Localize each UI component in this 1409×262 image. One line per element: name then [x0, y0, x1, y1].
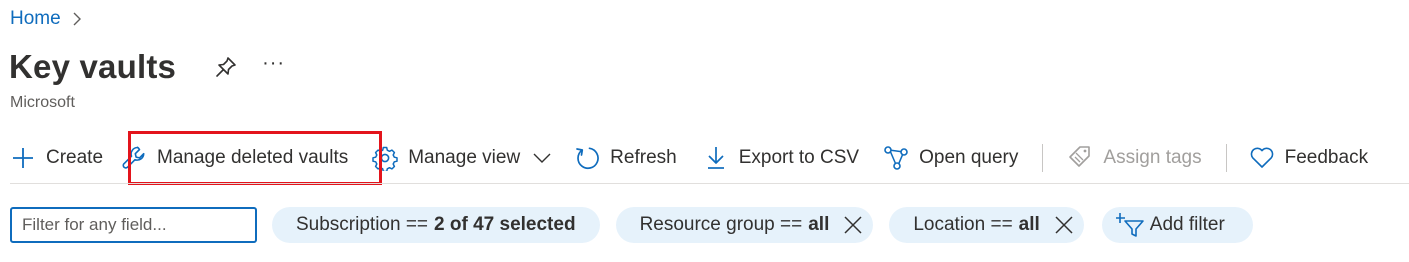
assign-tags-button[interactable]: Assign tags — [1067, 140, 1202, 176]
toolbar-divider — [1225, 144, 1227, 172]
toolbar-divider-line — [10, 183, 1409, 184]
tag-icon — [1067, 145, 1093, 171]
breadcrumb-home-link[interactable]: Home — [10, 8, 61, 30]
add-filter-label: Add filter — [1149, 214, 1225, 235]
filter-bar: Subscription == 2 of 47 selected Resourc… — [10, 207, 1253, 243]
plus-icon — [10, 145, 36, 171]
location-filter-value: all — [1018, 214, 1040, 235]
export-csv-button[interactable]: Export to CSV — [703, 140, 859, 176]
chevron-down-icon — [532, 148, 552, 168]
heart-icon — [1249, 145, 1275, 171]
subscription-filter-value: 2 of 47 selected — [434, 214, 576, 235]
assign-tags-label: Assign tags — [1103, 147, 1202, 168]
more-options-button[interactable]: ··· — [262, 52, 285, 75]
create-label: Create — [46, 147, 104, 168]
refresh-button[interactable]: Refresh — [574, 140, 677, 176]
page-subtitle: Microsoft — [10, 94, 75, 111]
pin-icon[interactable] — [214, 55, 238, 79]
location-filter-label: Location == — [913, 214, 1013, 235]
toolbar-divider — [1042, 144, 1044, 172]
subscription-filter-label: Subscription == — [296, 214, 429, 235]
refresh-icon — [574, 145, 600, 171]
manage-view-button[interactable]: Manage view — [372, 140, 552, 176]
close-icon[interactable] — [1054, 215, 1074, 235]
add-filter-button[interactable]: Add filter — [1101, 207, 1253, 243]
feedback-button[interactable]: Feedback — [1249, 140, 1368, 176]
title-row: Key vaults ··· — [9, 48, 285, 86]
subscription-filter-pill[interactable]: Subscription == 2 of 47 selected — [272, 207, 600, 243]
manage-view-label: Manage view — [408, 147, 521, 168]
refresh-label: Refresh — [610, 147, 677, 168]
feedback-label: Feedback — [1284, 147, 1369, 168]
open-query-button[interactable]: Open query — [883, 140, 1018, 176]
page-title: Key vaults — [9, 48, 177, 85]
breadcrumb: Home — [10, 8, 85, 30]
filter-input[interactable] — [10, 207, 257, 243]
resource-group-filter-value: all — [808, 214, 830, 235]
download-icon — [703, 145, 729, 171]
close-icon[interactable] — [843, 215, 863, 235]
create-button[interactable]: Create — [10, 140, 103, 176]
add-filter-icon — [1115, 212, 1146, 238]
manage-deleted-vaults-highlight — [128, 131, 382, 185]
open-query-label: Open query — [919, 147, 1019, 168]
query-icon — [883, 145, 909, 171]
location-filter-pill[interactable]: Location == all — [889, 207, 1084, 243]
resource-group-filter-pill[interactable]: Resource group == all — [615, 207, 874, 243]
resource-group-filter-label: Resource group == — [639, 214, 803, 235]
export-csv-label: Export to CSV — [738, 147, 860, 168]
chevron-right-icon — [69, 11, 85, 27]
